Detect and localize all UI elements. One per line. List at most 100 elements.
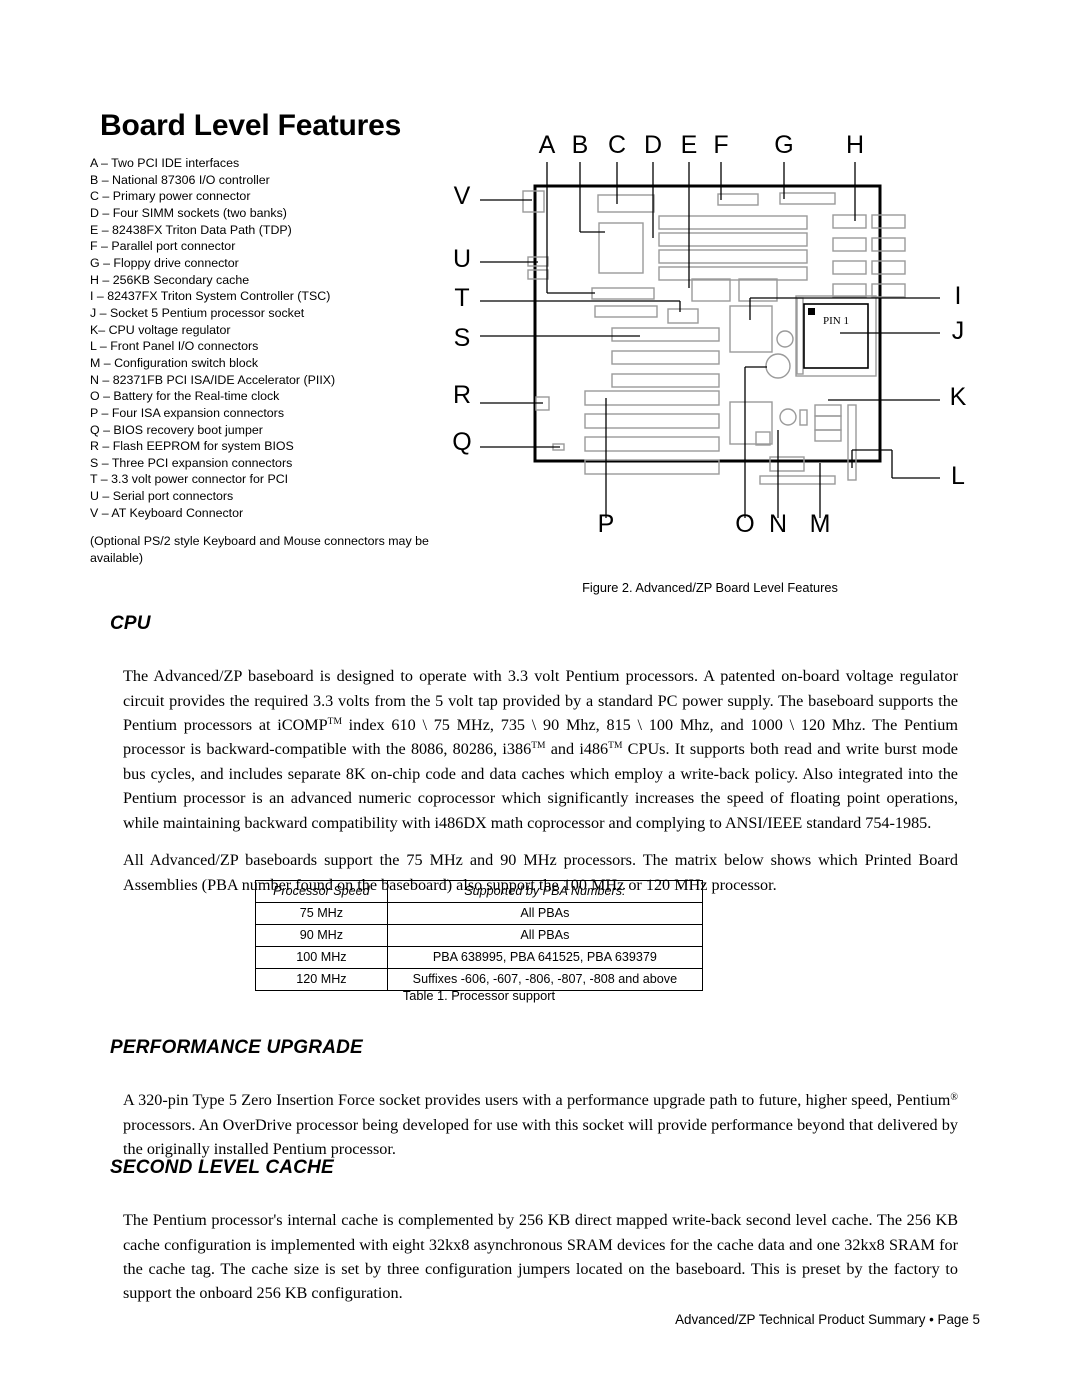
component-pci-slot-1 xyxy=(611,327,720,342)
processor-support-table: Processor Speed Supported by PBA Numbers… xyxy=(255,880,704,991)
pin1-marker-icon xyxy=(808,308,815,315)
component-cache-chip-8 xyxy=(871,283,906,298)
table-cell-support: All PBAs xyxy=(386,902,704,925)
component-rtc-battery xyxy=(765,353,791,379)
legend-item-d: D – Four SIMM sockets (two banks) xyxy=(90,205,287,220)
legend-item-o: O – Battery for the Real-time clock xyxy=(90,389,280,404)
document-page: Board Level Features A – Two PCI IDE int… xyxy=(0,0,1080,1397)
callout-label-k: K xyxy=(950,383,967,411)
callout-label-d: D xyxy=(644,131,662,159)
callout-label-a: A xyxy=(539,131,556,159)
board-diagram-svg: A B C D E F G H V U T S R Q I J K L P O … xyxy=(452,131,967,538)
component-simm-socket-3 xyxy=(658,249,808,264)
legend-item-u: U – Serial port connectors xyxy=(90,489,234,504)
callout-label-l: L xyxy=(951,462,965,490)
table-cell-speed: 90 MHz xyxy=(255,924,388,947)
perf-par-text-a: A 320-pin Type 5 Zero Insertion Force so… xyxy=(123,1091,951,1110)
component-cache-chip-1 xyxy=(832,214,867,229)
component-front-panel-header xyxy=(759,475,836,485)
page-title: Board Level Features xyxy=(100,109,402,143)
trademark-symbol-icomp: TM xyxy=(327,717,342,727)
callout-labels-top: A B C D E F G H xyxy=(539,131,864,159)
callout-label-v: V xyxy=(454,182,471,210)
board-diagram: A B C D E F G H V U T S R Q I J K L P O … xyxy=(440,120,980,570)
legend-item-a: A – Two PCI IDE interfaces xyxy=(90,156,240,170)
pin1-label: PIN 1 xyxy=(823,315,849,327)
table-header-processor-speed: Processor Speed xyxy=(255,880,388,903)
component-tsc-chip xyxy=(729,305,773,353)
legend-item-e: E – 82438FX Triton Data Path (TDP) xyxy=(90,222,292,237)
component-cache-chip-2 xyxy=(871,214,906,229)
cpu-paragraph-1: The Advanced/ZP baseboard is designed to… xyxy=(123,664,958,835)
legend-item-l: L – Front Panel I/O connectors xyxy=(90,339,259,354)
callout-labels-left: V U T S R Q xyxy=(452,182,471,456)
legend-item-r: R – Flash EEPROM for system BIOS xyxy=(90,439,294,454)
legend-optional-note: (Optional PS/2 style Keyboard and Mouse … xyxy=(90,534,429,565)
performance-upgrade-paragraph: A 320-pin Type 5 Zero Insertion Force so… xyxy=(123,1088,958,1161)
component-primary-power-connector xyxy=(597,194,655,213)
callout-label-t: T xyxy=(454,284,469,312)
page-footer: Advanced/ZP Technical Product Summary • … xyxy=(675,1312,980,1327)
component-3v3-power-connector xyxy=(667,308,699,324)
component-pci-ide-1 xyxy=(591,287,655,300)
registered-symbol-pentium: ® xyxy=(950,1092,958,1104)
callout-label-g: G xyxy=(774,131,793,159)
callout-label-r: R xyxy=(453,381,471,409)
table-cell-speed: 100 MHz xyxy=(255,946,388,969)
legend-item-v: V – AT Keyboard Connector xyxy=(90,505,244,520)
legend-item-i: I – 82437FX Triton System Controller (TS… xyxy=(90,289,331,304)
component-isa-slot-3 xyxy=(584,436,720,452)
component-vrm-small-part xyxy=(799,409,808,426)
legend-item-c: C – Primary power connector xyxy=(90,189,251,204)
legend-item-m: M – Configuration switch block xyxy=(90,355,259,370)
component-crystal xyxy=(776,330,794,348)
legend-item-b: B – National 87306 I/O controller xyxy=(90,172,270,187)
callout-labels-bottom: P O N M xyxy=(598,510,831,538)
table-caption: Table 1. Processor support xyxy=(402,988,556,1003)
callout-label-s: S xyxy=(454,324,471,352)
callout-label-f: F xyxy=(713,131,728,159)
table-row: 90 MHz All PBAs xyxy=(255,924,704,947)
legend-item-g: G – Floppy drive connector xyxy=(90,255,239,270)
component-pci-slot-3 xyxy=(611,373,720,388)
cpu-par1-text-c: and i486 xyxy=(545,740,609,759)
legend-item-f: F – Parallel port connector xyxy=(90,239,236,254)
legend-item-n: N – 82371FB PCI ISA/IDE Accelerator (PII… xyxy=(90,372,336,387)
legend-item-p: P – Four ISA expansion connectors xyxy=(90,405,285,420)
component-serial-port-2 xyxy=(527,269,549,280)
trademark-symbol-i486: TM xyxy=(608,741,623,752)
perf-par-text-b: processors. An OverDrive processor being… xyxy=(123,1115,958,1158)
component-vrm-heatsink-bottom xyxy=(814,429,842,442)
component-piix-chip xyxy=(729,401,773,445)
board-legend-list: A – Two PCI IDE interfaces B – National … xyxy=(90,155,470,521)
table-header-pba-numbers: Supported by PBA Numbers: xyxy=(386,880,704,903)
component-vrm-heatsink-top xyxy=(814,404,842,417)
component-config-switch-block xyxy=(769,456,805,472)
legend-item-t: T – 3.3 volt power connector for PCI xyxy=(90,472,289,487)
table-cell-support: All PBAs xyxy=(386,924,704,947)
callout-label-c: C xyxy=(608,131,626,159)
legend-item-k: K– CPU voltage regulator xyxy=(90,322,231,337)
second-level-cache-paragraph: The Pentium processor's internal cache i… xyxy=(123,1211,958,1303)
table-cell-speed: 75 MHz xyxy=(255,902,388,925)
legend-item-j: J – Socket 5 Pentium processor socket xyxy=(90,305,305,320)
component-cache-chip-5 xyxy=(832,260,867,275)
component-io-controller xyxy=(598,222,644,274)
legend-item-q: Q – BIOS recovery boot jumper xyxy=(90,422,263,437)
component-cache-chip-6 xyxy=(871,260,906,275)
component-simm-socket-4 xyxy=(658,266,808,281)
callout-label-e: E xyxy=(681,131,698,159)
legend-item-h: H – 256KB Secondary cache xyxy=(90,272,250,287)
callout-label-q: Q xyxy=(452,428,471,456)
component-simm-socket-2 xyxy=(658,232,808,247)
callout-label-i: I xyxy=(955,282,962,310)
table-header-row: Processor Speed Supported by PBA Numbers… xyxy=(255,880,704,903)
callout-label-j: J xyxy=(952,317,965,345)
component-front-panel-side-header xyxy=(847,404,857,481)
section-heading-cpu: CPU xyxy=(110,613,151,634)
component-cache-chip-4 xyxy=(871,237,906,252)
component-tdp-chip-1 xyxy=(691,278,731,302)
board-components xyxy=(522,190,906,485)
callout-label-b: B xyxy=(572,131,589,159)
component-isa-slot-1 xyxy=(584,390,720,406)
